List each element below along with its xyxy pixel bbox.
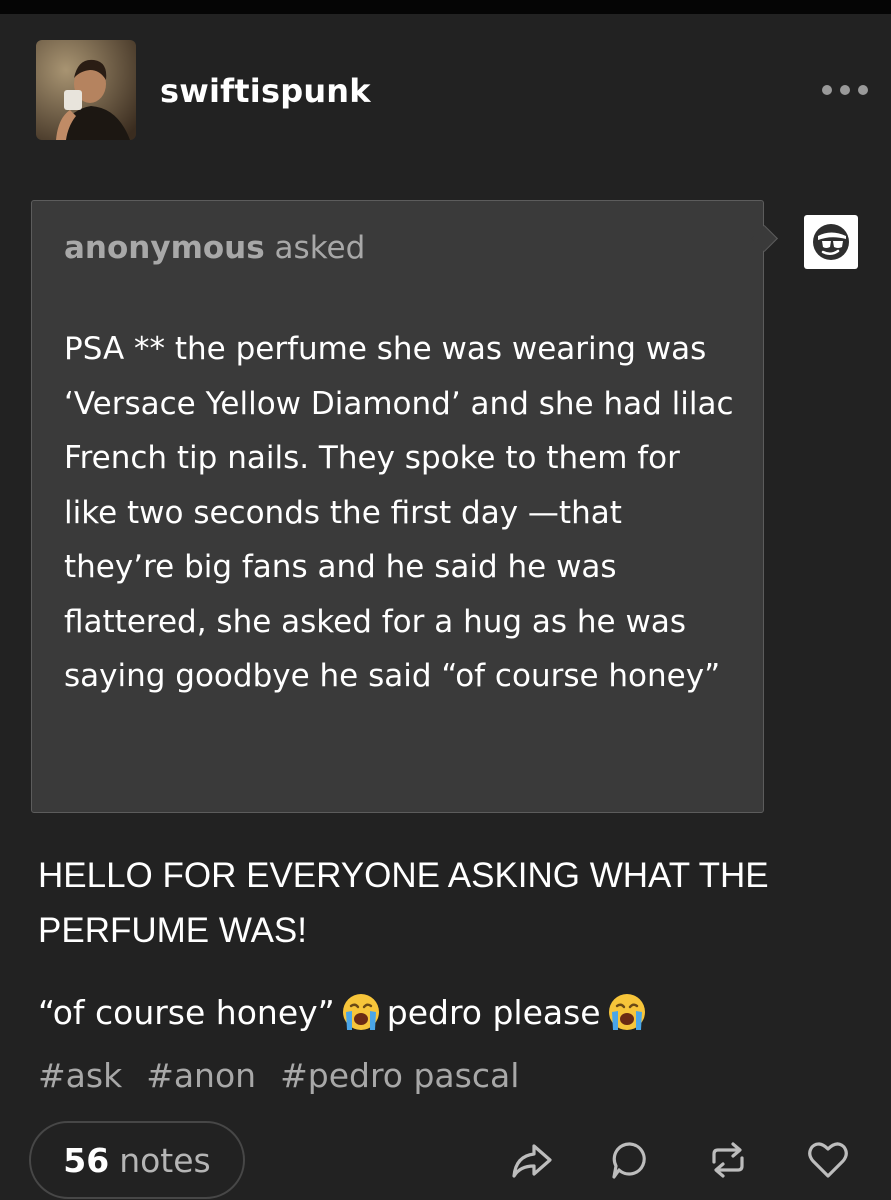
- tag-list: #ask #anon #pedro pascal: [38, 1056, 519, 1095]
- more-options-icon[interactable]: [822, 78, 868, 102]
- dot: [840, 85, 850, 95]
- anonymous-avatar: [804, 215, 858, 269]
- heart-icon[interactable]: [804, 1136, 852, 1184]
- crying-face-emoji: [342, 994, 379, 1030]
- tag[interactable]: #pedro pascal: [280, 1056, 519, 1095]
- dot: [822, 85, 832, 95]
- answer-quote: “of course honey”: [38, 993, 335, 1032]
- answer-plea: pedro please: [386, 993, 601, 1032]
- answer-paragraph-1: HELLO FOR EVERYONE ASKING WHAT THE PERFU…: [38, 856, 769, 950]
- crying-face-emoji: [608, 994, 645, 1030]
- question-text: PSA ** the perfume she was wearing was ‘…: [64, 331, 734, 694]
- asker-line: anonymous asked: [64, 230, 365, 266]
- avatar-photo: [36, 40, 136, 140]
- notes-count: 56: [63, 1140, 110, 1180]
- notes-label: notes: [119, 1140, 211, 1180]
- asker-name[interactable]: anonymous: [64, 230, 265, 266]
- tag[interactable]: #anon: [146, 1056, 256, 1095]
- tag[interactable]: #ask: [38, 1056, 122, 1095]
- asker-verb: asked: [274, 230, 366, 266]
- username[interactable]: swiftispunk: [160, 72, 371, 110]
- top-strip: [0, 0, 891, 14]
- answer-paragraph-2: “of course honey” pedro please: [38, 988, 858, 1038]
- reblog-icon[interactable]: [704, 1136, 752, 1184]
- share-icon[interactable]: [508, 1136, 556, 1184]
- user-avatar[interactable]: [36, 40, 136, 140]
- dot: [858, 85, 868, 95]
- reply-icon[interactable]: [606, 1136, 654, 1184]
- notes-button[interactable]: 56 notes: [29, 1121, 245, 1199]
- sunglasses-face-icon: [813, 224, 849, 260]
